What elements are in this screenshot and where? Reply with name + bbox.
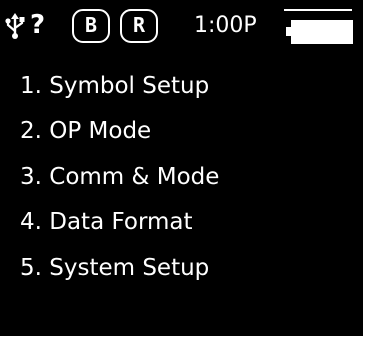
status-bar: ? B R 1:00P [0, 0, 363, 52]
menu-item-op-mode[interactable]: 2. OP Mode [20, 111, 151, 151]
menu-item-system-setup[interactable]: 5. System Setup [20, 248, 209, 288]
badge-r-icon: R [120, 9, 158, 43]
menu-item-data-format[interactable]: 4. Data Format [20, 202, 193, 242]
usb-icon [5, 13, 25, 39]
menu-item-comm-mode[interactable]: 3. Comm & Mode [20, 157, 219, 197]
unknown-status-icon: ? [30, 10, 46, 40]
battery-icon [284, 9, 353, 44]
badge-b-icon: B [72, 9, 110, 43]
device-screen: ? B R 1:00P 1. Symbol Setup 2. OP Mode 3… [0, 0, 363, 336]
clock: 1:00P [194, 13, 257, 38]
menu-item-symbol-setup[interactable]: 1. Symbol Setup [20, 66, 209, 106]
battery-level-fill [297, 25, 347, 39]
